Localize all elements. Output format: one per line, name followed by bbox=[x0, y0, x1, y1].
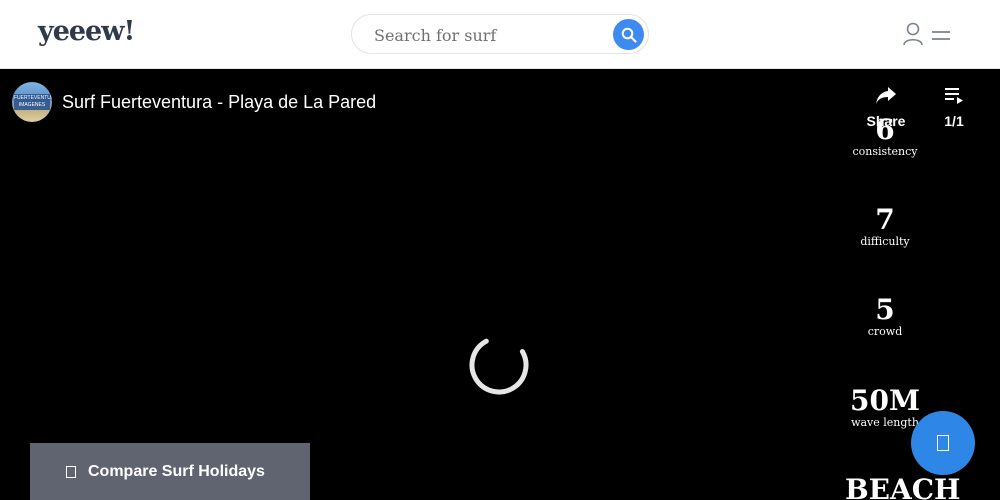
search-bar bbox=[351, 14, 649, 54]
stat-value: 50M bbox=[850, 384, 920, 417]
site-header: yeeew! bbox=[0, 0, 1000, 69]
stat-value: 7 bbox=[875, 203, 895, 236]
search-icon bbox=[621, 27, 637, 43]
playlist-count: 1/1 bbox=[944, 113, 964, 129]
loading-spinner bbox=[469, 335, 529, 395]
stat-label: difficulty bbox=[860, 235, 910, 248]
stat-difficulty: 7 difficulty bbox=[845, 205, 925, 249]
chat-button[interactable] bbox=[911, 411, 975, 475]
chat-icon bbox=[937, 435, 949, 451]
stat-value: 6 bbox=[875, 113, 895, 146]
user-icon[interactable] bbox=[902, 22, 924, 46]
search-button[interactable] bbox=[613, 19, 644, 50]
stat-wave-length: 50M wave length bbox=[845, 386, 925, 430]
stat-consistency: 6 consistency bbox=[845, 115, 925, 159]
search-input[interactable] bbox=[374, 24, 604, 46]
stat-value: 5 bbox=[875, 293, 895, 326]
compare-label: Compare Surf Holidays bbox=[88, 462, 265, 480]
compare-icon bbox=[66, 465, 76, 478]
stat-crowd: 5 crowd bbox=[845, 295, 925, 339]
playlist-button[interactable]: 1/1 bbox=[934, 84, 974, 129]
compare-surf-holidays-button[interactable]: Compare Surf Holidays bbox=[30, 443, 310, 500]
video-title[interactable]: Surf Fuerteventura - Playa de La Pared bbox=[62, 92, 376, 113]
stat-label: crowd bbox=[867, 325, 903, 338]
stat-label: consistency bbox=[852, 145, 918, 158]
stat-beach-partial: BEACH bbox=[845, 473, 961, 500]
site-logo[interactable]: yeeew! bbox=[38, 16, 135, 47]
menu-icon[interactable] bbox=[932, 30, 950, 42]
channel-avatar[interactable]: FUERTEVENTURA IMAGENES bbox=[12, 82, 52, 122]
stat-label: wave length bbox=[851, 416, 919, 429]
playlist-icon bbox=[945, 88, 963, 104]
video-player[interactable]: FUERTEVENTURA IMAGENES Surf Fuerteventur… bbox=[0, 70, 1000, 500]
channel-badge-text: FUERTEVENTURA IMAGENES bbox=[14, 94, 52, 110]
share-icon bbox=[876, 87, 896, 104]
